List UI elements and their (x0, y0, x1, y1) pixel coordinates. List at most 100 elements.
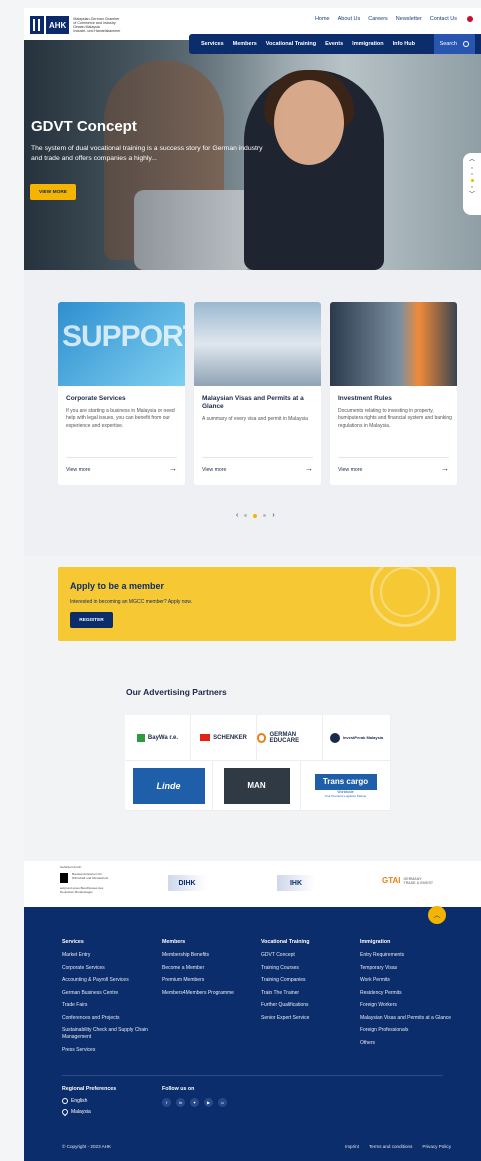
regional-preferences: Regional Preferences English Malaysia (60, 1086, 116, 1120)
partner-man[interactable]: MAN (213, 761, 301, 811)
footer-link[interactable]: Entry Requirements (360, 952, 452, 959)
partner-transcargo[interactable]: Trans cargo Worldwide Your Premium Logis… (301, 761, 391, 811)
footer-col-title: Services (62, 939, 84, 945)
language-selector[interactable]: English (62, 1098, 116, 1104)
partner-invest-perak[interactable]: InvestPerak Malaysia (323, 715, 391, 761)
slide-dot[interactable] (471, 173, 473, 175)
card-visas-permits[interactable]: Malaysian Visas and Permits at a Glance … (194, 302, 321, 485)
footer-link[interactable]: Conferences and Projects (62, 1015, 154, 1022)
footer-link[interactable]: Foreign Professionals (360, 1027, 452, 1034)
chevron-down-icon[interactable]: ﹀ (469, 192, 475, 198)
nav-events[interactable]: Events (325, 41, 343, 47)
card-view-more[interactable]: View more (66, 467, 90, 473)
slide-dot-active[interactable] (470, 179, 474, 182)
arrow-right-icon[interactable]: → (441, 464, 449, 473)
arrow-right-icon[interactable]: → (169, 464, 177, 473)
card-corporate-services[interactable]: SUPPORT Corporate Services If you are st… (58, 302, 185, 485)
footer-link[interactable]: German Business Centre (62, 990, 154, 997)
nav-services[interactable]: Services (201, 41, 224, 47)
card-title: Investment Rules (338, 395, 392, 402)
pager-dot-active[interactable] (253, 513, 258, 518)
footer-link[interactable]: Corporate Services (62, 965, 154, 972)
dihk-logo[interactable]: DIHK (168, 875, 206, 891)
country-selector[interactable]: Malaysia (60, 1107, 116, 1117)
top-link-about[interactable]: About Us (338, 16, 361, 22)
language-flag-icon[interactable] (467, 16, 473, 22)
footer-link[interactable]: GDVT Concept (261, 952, 353, 959)
ahk-logo[interactable]: AHK Malaysian-German Chamber of Commerce… (30, 16, 129, 34)
footer-link[interactable]: Trade Fairs (62, 1002, 154, 1009)
gtai-sub-line: TRADE & INVEST (403, 880, 434, 885)
nav-info-hub[interactable]: Info Hub (393, 41, 415, 47)
linkedin-icon[interactable]: in (176, 1098, 185, 1107)
top-link-careers[interactable]: Careers (368, 16, 388, 22)
footer-link[interactable]: Malaysian Visas and Permits at a Glance (360, 1015, 452, 1022)
card-image: SUPPORT (58, 302, 185, 386)
footer-link[interactable]: Become a Member (162, 965, 254, 972)
twitter-icon[interactable]: ✦ (190, 1098, 199, 1107)
logo-line: Industri- und Handelskammer (73, 29, 121, 33)
nav-immigration[interactable]: Immigration (352, 41, 383, 47)
partner-german-educare[interactable]: GERMAN EDUCARE (257, 715, 323, 761)
partner-baywa[interactable]: BayWa r.e. (125, 715, 191, 761)
nav-vocational-training[interactable]: Vocational Training (266, 41, 316, 47)
card-title: Malaysian Visas and Permits at a Glance (202, 395, 304, 410)
youtube-icon[interactable]: ▶ (204, 1098, 213, 1107)
footer-link[interactable]: Training Courses (261, 965, 353, 972)
partner-linde[interactable]: Linde (125, 761, 213, 811)
hero-view-more-button[interactable]: VIEW MORE (30, 184, 76, 200)
link-privacy[interactable]: Privacy Policy (422, 1144, 451, 1149)
scroll-to-top-button[interactable]: ︿ (428, 906, 446, 924)
footer-link[interactable]: Premium Members (162, 977, 254, 984)
hero-text: The system of dual vocational training i… (31, 145, 263, 162)
footer-link[interactable]: Members4Members Programme (162, 990, 254, 997)
search-button[interactable]: Search (433, 34, 475, 54)
card-investment-rules[interactable]: Investment Rules Documents relating to i… (330, 302, 457, 485)
footer-link[interactable]: Training Companies (261, 977, 353, 984)
page: AHK Malaysian-German Chamber of Commerce… (0, 0, 481, 1161)
footer-link[interactable]: Sustainability Check and Supply Chain Ma… (62, 1027, 154, 1041)
bmwk-caption: Gefördert durch: (60, 865, 82, 869)
chevron-right-icon[interactable]: › (272, 512, 274, 519)
divider (62, 1075, 443, 1076)
footer-link[interactable]: Residency Permits (360, 990, 452, 997)
nav-members[interactable]: Members (233, 41, 257, 47)
top-link-contact[interactable]: Contact Us (430, 16, 457, 22)
footer-link[interactable]: Membership Benefits (162, 952, 254, 959)
slide-dot[interactable] (471, 167, 473, 169)
footer-link[interactable]: Train The Trainer (261, 990, 353, 997)
footer-link[interactable]: Market Entry (62, 952, 154, 959)
footer-link[interactable]: Foreign Workers (360, 1002, 452, 1009)
bmwk-name: Bundesministerium für Wirtschaft und Kli… (72, 872, 109, 880)
slide-dot[interactable] (471, 186, 473, 188)
top-link-newsletter[interactable]: Newsletter (396, 16, 422, 22)
gtai-logo[interactable]: GTAI GERMANY TRADE & INVEST (382, 876, 433, 885)
bmwk-logo[interactable]: Gefördert durch: Bundesministerium für W… (60, 865, 116, 905)
chevron-up-icon[interactable]: ︿ (469, 157, 475, 163)
chevron-left-icon[interactable]: ‹ (236, 512, 238, 519)
pager-dot[interactable] (263, 514, 267, 517)
footer-link[interactable]: Accounting & Payroll Services (62, 977, 154, 984)
top-links: Home About Us Careers Newsletter Contact… (315, 16, 473, 22)
facebook-icon[interactable]: f (162, 1098, 171, 1107)
footer-link[interactable]: Others (360, 1040, 452, 1047)
card-title: Corporate Services (66, 395, 126, 402)
footer-link[interactable]: Work Permits (360, 977, 452, 984)
card-view-more[interactable]: View more (338, 467, 362, 473)
investperak-logo-icon (329, 732, 340, 743)
flickr-icon[interactable]: •• (218, 1098, 227, 1107)
pager-dot[interactable] (244, 514, 248, 517)
link-imprint[interactable]: Imprint (345, 1144, 359, 1149)
ihk-logo[interactable]: IHK (277, 875, 315, 891)
partner-schenker[interactable]: SCHENKER (191, 715, 257, 761)
top-link-home[interactable]: Home (315, 16, 330, 22)
footer-link[interactable]: Press Services (62, 1047, 154, 1054)
footer-link[interactable]: Further Qualifications (261, 1002, 353, 1009)
footer-link[interactable]: Senior Expert Service (261, 1015, 353, 1022)
card-view-more[interactable]: View more (202, 467, 226, 473)
card-image (330, 302, 457, 386)
link-terms[interactable]: Terms and conditions (369, 1144, 412, 1149)
register-button[interactable]: REGISTER (70, 612, 113, 628)
footer-link[interactable]: Temporary Visas (360, 965, 452, 972)
arrow-right-icon[interactable]: → (305, 464, 313, 473)
